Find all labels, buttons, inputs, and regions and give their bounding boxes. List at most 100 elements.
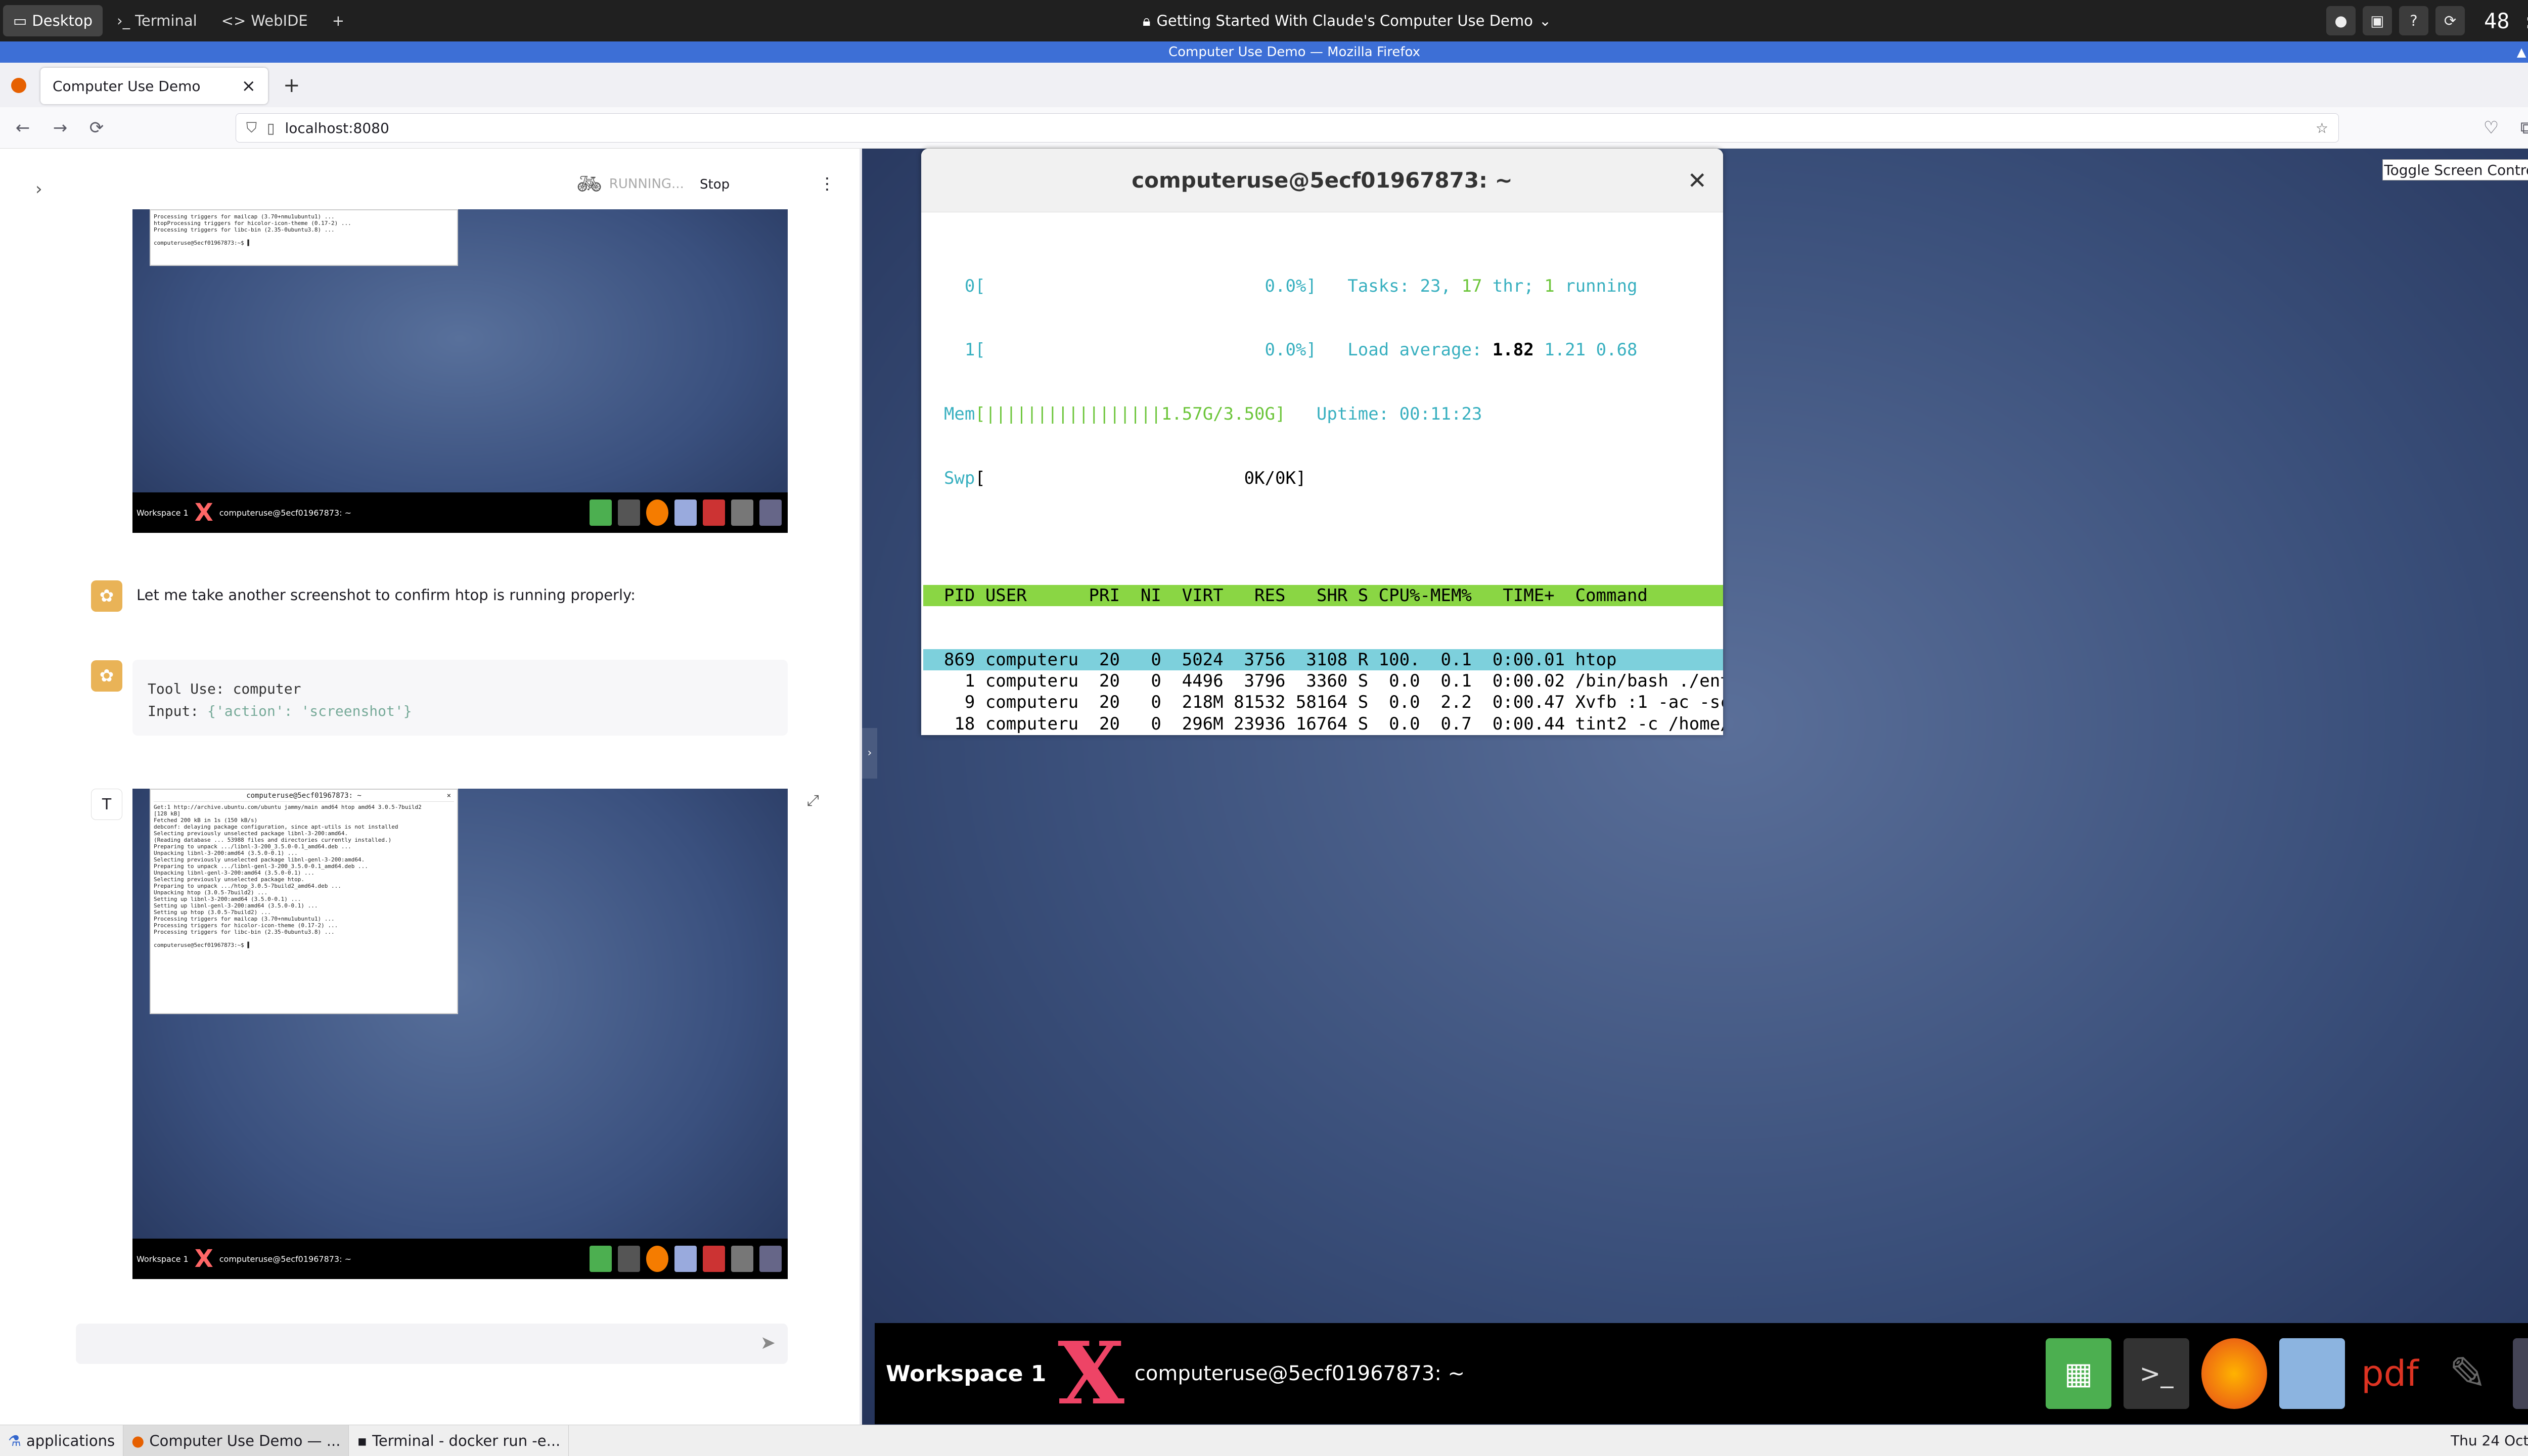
lock-icon: 🔒︎ <box>1143 12 1151 29</box>
workspace-tabs: ▭ Desktop ›_ Terminal <> WebIDE + <box>3 5 354 36</box>
stop-button[interactable]: Stop <box>700 177 730 192</box>
terminal-line: Processing triggers for libc-bin (2.35-0… <box>154 929 335 935</box>
cpu0-meter: 0[ 0.0%] <box>923 276 1317 296</box>
terminal-line: (Reading database ... 53988 files and di… <box>154 837 392 843</box>
assistant-avatar-icon: ✿ <box>91 660 122 692</box>
terminal-icon <box>618 499 640 526</box>
screenshot-2-term-title: computeruse@5ecf01967873: ~ × <box>154 791 454 802</box>
htop-process-list: 869 computeru 20 0 5024 3756 3108 R 100.… <box>923 649 1723 735</box>
terminal-line: debconf: delaying package configuration,… <box>154 824 398 830</box>
remote-window-title[interactable]: computeruse@5ecf01967873: ~ <box>1135 1362 1465 1385</box>
forward-icon[interactable]: → <box>50 117 71 139</box>
url-bar[interactable]: ⛉ ▯ localhost:8080 ☆ <box>236 113 2339 143</box>
pdf-icon <box>703 499 725 526</box>
pdf-icon[interactable]: pdf <box>2357 1338 2423 1409</box>
toggle-screen-control-label: Toggle Screen Control (Off) <box>2384 161 2528 178</box>
shade-icon[interactable]: ▲ <box>2517 45 2526 59</box>
running-count: 1 <box>1544 276 1555 296</box>
taskbar-item-firefox[interactable]: ● Computer Use Demo — ... <box>123 1425 349 1456</box>
shield-icon[interactable]: ⛉ <box>246 119 257 136</box>
tab-desktop[interactable]: ▭ Desktop <box>3 5 103 36</box>
load-label: Load average: <box>1347 340 1493 360</box>
swp-label: Swp <box>923 468 975 489</box>
htop-process-row[interactable]: 9 computeru 20 0 218M 81532 58164 S 0.0 … <box>923 692 1723 713</box>
browser-tab[interactable]: Computer Use Demo × <box>40 68 268 104</box>
back-icon[interactable]: ← <box>12 117 33 139</box>
screenshot-2-taskbar: Workspace 1 X computeruse@5ecf01967873: … <box>132 1239 788 1279</box>
new-tab-button[interactable]: + <box>283 74 300 97</box>
page-info-icon[interactable]: ▯ <box>267 120 275 136</box>
tool-use-line: Tool Use: computer <box>148 680 301 697</box>
firefox-icon[interactable] <box>2201 1338 2267 1409</box>
screen-icon[interactable]: ▣ <box>2362 6 2392 35</box>
expand-sidebar-icon[interactable]: › <box>35 179 42 199</box>
swp-meter: [ 0K/0K] <box>975 468 1306 489</box>
terminal-line: Unpacking libnl-3-200:amd64 (3.5.0-0.1) … <box>154 850 298 856</box>
x-logo-icon[interactable]: X <box>1058 1323 1124 1424</box>
chat-screenshot-1[interactable]: Processing triggers for mailcap (3.70+nm… <box>132 209 788 533</box>
remote-workspace-label[interactable]: Workspace 1 <box>886 1361 1058 1387</box>
taskbar-item-terminal[interactable]: ▪ Terminal - docker run -e... <box>349 1425 569 1456</box>
editor-icon <box>731 1246 753 1272</box>
spreadsheet-icon[interactable]: ▦ <box>2046 1338 2111 1409</box>
code-icon: <> <box>221 12 246 29</box>
help-icon[interactable]: ? <box>2399 6 2428 35</box>
tab-terminal[interactable]: ›_ Terminal <box>107 5 207 36</box>
toggle-screen-control-button[interactable]: Toggle Screen Control (Off) <box>2382 159 2528 180</box>
htop-process-row[interactable]: 869 computeru 20 0 5024 3756 3108 R 100.… <box>923 649 1723 670</box>
terminal-line: Setting up libnl-3-200:amd64 (3.5.0-0.1)… <box>154 896 301 902</box>
terminal-icon[interactable]: >_ <box>2124 1338 2189 1409</box>
url-text: localhost:8080 <box>285 119 389 136</box>
chat-input[interactable]: ➤ <box>76 1324 788 1364</box>
terminal-line: Unpacking htop (3.0.5-7build2) ... <box>154 889 268 896</box>
close-icon[interactable]: ✕ <box>1687 149 1707 212</box>
htop-process-row[interactable]: 1 computeru 20 0 4496 3796 3360 S 0.0 0.… <box>923 670 1723 692</box>
screenshot-1-launchers <box>590 499 788 526</box>
expand-icon[interactable]: ⤢ <box>807 792 819 809</box>
chevron-down-icon: ⌄ <box>1539 12 1552 29</box>
session-title[interactable]: 🔒︎ Getting Started With Claude's Compute… <box>1143 0 1551 41</box>
discord-icon[interactable]: ● <box>2326 6 2356 35</box>
tab-webide[interactable]: <> WebIDE <box>211 5 318 36</box>
add-tab-label: + <box>332 12 345 29</box>
send-icon[interactable]: ➤ <box>760 1333 776 1353</box>
terminal-line: Preparing to unpack .../libnl-3-200_3.5.… <box>154 843 351 850</box>
pocket-icon[interactable]: ♡ <box>2480 117 2502 139</box>
image-viewer-icon[interactable] <box>2279 1338 2345 1409</box>
terminal-line: Selecting previously unselected package … <box>154 876 305 883</box>
x-logo-icon: X <box>194 498 213 527</box>
tab-desktop-label: Desktop <box>32 12 93 29</box>
host-taskbar: ⚗ applications ● Computer Use Demo — ... ▪… <box>0 1425 2528 1456</box>
chat-screenshot-2[interactable]: computeruse@5ecf01967873: ~ × Get:1 http:… <box>132 789 788 1279</box>
screenshot-2-launchers <box>590 1246 788 1272</box>
screenshot-2-title: computeruse@5ecf01967873: ~ <box>219 1254 351 1264</box>
htop-terminal-window[interactable]: computeruse@5ecf01967873: ~ ✕ 0[ 0.0%] T… <box>921 149 1723 735</box>
htop-meter-row: 0[ 0.0%] Tasks: 23, 17 thr; 1 running <box>923 276 1638 296</box>
extensions-icon[interactable]: ⧉ <box>2516 117 2528 139</box>
screenshot-1-title: computeruse@5ecf01967873: ~ <box>219 508 351 518</box>
htop-column-header[interactable]: PID USER PRI NI VIRT RES SHR S CPU%-MEM%… <box>923 584 1723 607</box>
editor-icon[interactable]: ✎ <box>2435 1338 2501 1409</box>
more-options-icon[interactable]: ⋮ <box>819 174 835 193</box>
tool-use-block: Tool Use: computer Input: {'action': 'sc… <box>132 660 788 736</box>
bookmark-star-icon[interactable]: ☆ <box>2316 120 2328 136</box>
screenshot-2-terminal: computeruse@5ecf01967873: ~ × Get:1 http:… <box>150 789 458 1014</box>
htop-title-bar: computeruse@5ecf01967873: ~ ✕ <box>921 149 1723 212</box>
applications-menu[interactable]: ⚗ applications <box>0 1425 124 1456</box>
screenshot-2-workspace: Workspace 1 <box>137 1254 189 1264</box>
refresh-icon[interactable]: ⟳ <box>2435 6 2465 35</box>
htop-process-row[interactable]: 18 computeru 20 0 296M 23936 16764 S 0.0… <box>923 713 1723 735</box>
terminal-line: Processing triggers for libc-bin (2.35-0… <box>154 226 335 233</box>
calculator-icon[interactable]: ▦ <box>2513 1338 2528 1409</box>
x-logo-icon: X <box>194 1245 213 1273</box>
applications-label: applications <box>26 1432 115 1449</box>
collapse-pane-icon[interactable]: › <box>862 728 877 779</box>
tool-input-line: Input: {'action': 'screenshot'} <box>148 700 773 722</box>
close-tab-icon[interactable]: × <box>242 76 256 96</box>
screenshot-1-terminal: Processing triggers for mailcap (3.70+nm… <box>150 209 458 266</box>
tab-webide-label: WebIDE <box>251 12 308 29</box>
firefox-icon <box>646 499 668 526</box>
add-tab-button[interactable]: + <box>322 5 354 36</box>
reload-icon[interactable]: ⟳ <box>86 117 107 139</box>
